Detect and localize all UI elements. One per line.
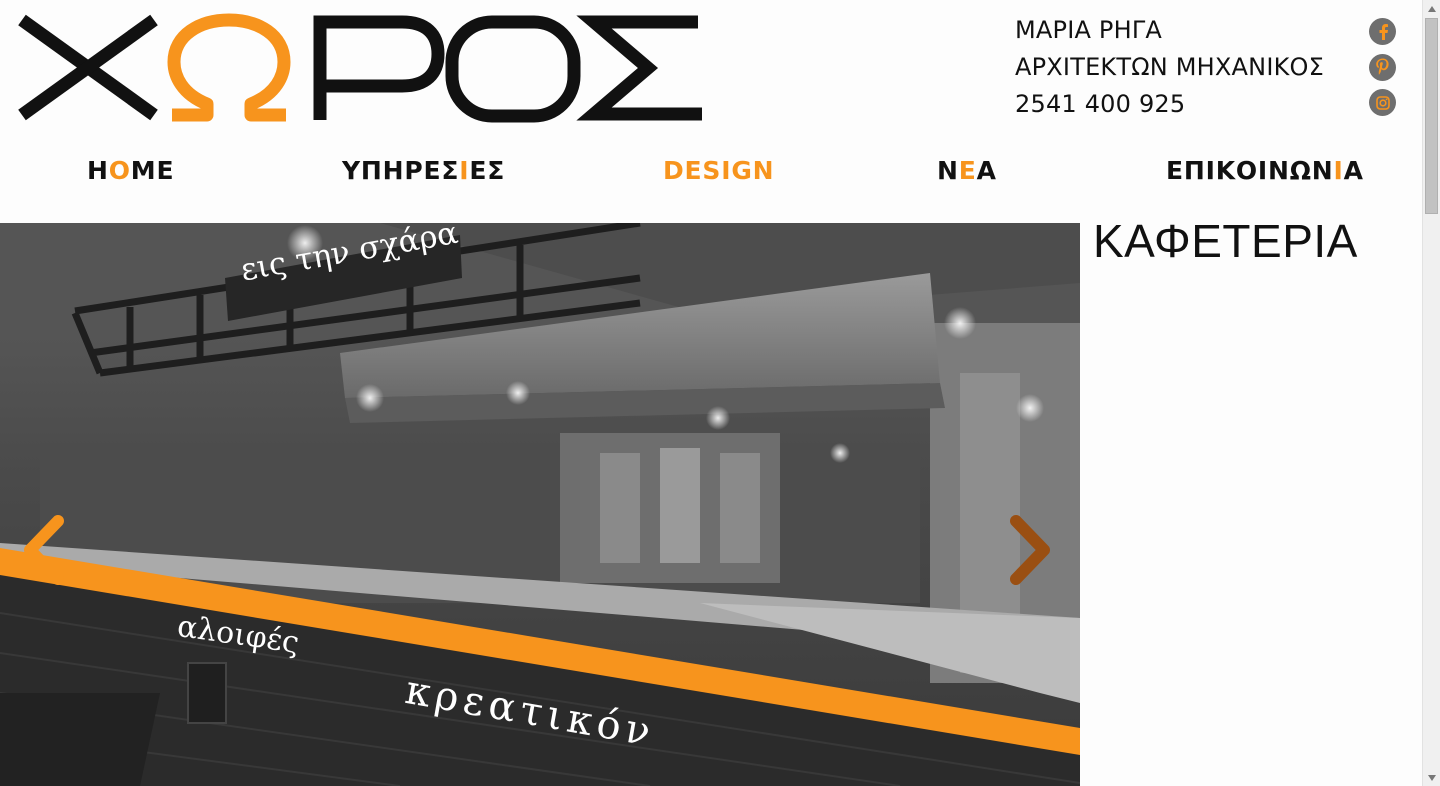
scroll-thumb[interactable]	[1425, 18, 1438, 214]
contact-name: ΜΑΡΙΑ ΡΗΓΑ	[1015, 16, 1163, 44]
triangle-down-icon	[1427, 774, 1436, 781]
nav-item-design[interactable]: DESIGN	[663, 156, 774, 185]
nav-item-contact[interactable]: ΕΠΙΚΟΙΝΩΝΙΑ	[1166, 156, 1364, 185]
contact-title: ΑΡΧΙΤΕΚΤΩΝ ΜΗΧΑΝΙΚΟΣ	[1015, 53, 1324, 81]
social-links	[1369, 18, 1399, 125]
facebook-icon[interactable]	[1369, 18, 1396, 45]
nav-item-highlight: O	[108, 156, 131, 185]
nav-item-text: H	[87, 156, 109, 185]
slider-next-button[interactable]	[1000, 513, 1060, 593]
site-logo[interactable]	[14, 10, 714, 130]
project-title: ΚΑΦΕΤΕΡΙΑ	[1093, 215, 1358, 267]
nav-item-highlight: Ι	[1333, 156, 1344, 185]
contact-phone[interactable]: 2541 400 925	[1015, 86, 1324, 123]
nav-item-text: ΕΣ	[469, 156, 506, 185]
nav-item-news[interactable]: ΝΕΑ	[937, 156, 997, 185]
nav-item-text: Α	[976, 156, 997, 185]
nav-item-text: ME	[130, 156, 175, 185]
nav-item-highlight: Ι	[459, 156, 470, 185]
nav-item-highlight: Ε	[958, 156, 977, 185]
nav-item-text: ΥΠΗΡΕΣ	[342, 156, 460, 185]
nav-item-text: Ν	[937, 156, 959, 185]
site-header: ΜΑΡΙΑ ΡΗΓΑ ΑΡΧΙΤΕΚΤΩΝ ΜΗΧΑΝΙΚΟΣ 2541 400…	[0, 0, 1422, 145]
contact-info: ΜΑΡΙΑ ΡΗΓΑ ΑΡΧΙΤΕΚΤΩΝ ΜΗΧΑΝΙΚΟΣ 2541 400…	[1015, 12, 1324, 123]
instagram-icon[interactable]	[1369, 89, 1396, 116]
nav-item-home[interactable]: HOME	[87, 156, 174, 185]
nav-item-text: Α	[1343, 156, 1364, 185]
page-scrollbar[interactable]	[1422, 0, 1440, 786]
scroll-up-button[interactable]	[1423, 0, 1440, 17]
slider-prev-button[interactable]	[14, 513, 74, 593]
image-slider: εις την σχάρα αλοιφές κρεατικόν	[0, 223, 1080, 786]
chevron-right-icon	[1010, 515, 1050, 585]
nav-item-text: ΕΠΙΚΟΙΝΩΝ	[1166, 156, 1334, 185]
nav-item-text: DESIGN	[663, 156, 775, 185]
scroll-down-button[interactable]	[1423, 769, 1440, 786]
triangle-up-icon	[1427, 5, 1436, 12]
nav-item-services[interactable]: ΥΠΗΡΕΣΙΕΣ	[342, 156, 505, 185]
main-nav: HOME ΥΠΗΡΕΣΙΕΣ DESIGN ΝΕΑ ΕΠΙΚΟΙΝΩΝΙΑ	[0, 150, 1422, 198]
chevron-left-icon	[24, 515, 64, 585]
pinterest-icon[interactable]	[1369, 53, 1396, 81]
